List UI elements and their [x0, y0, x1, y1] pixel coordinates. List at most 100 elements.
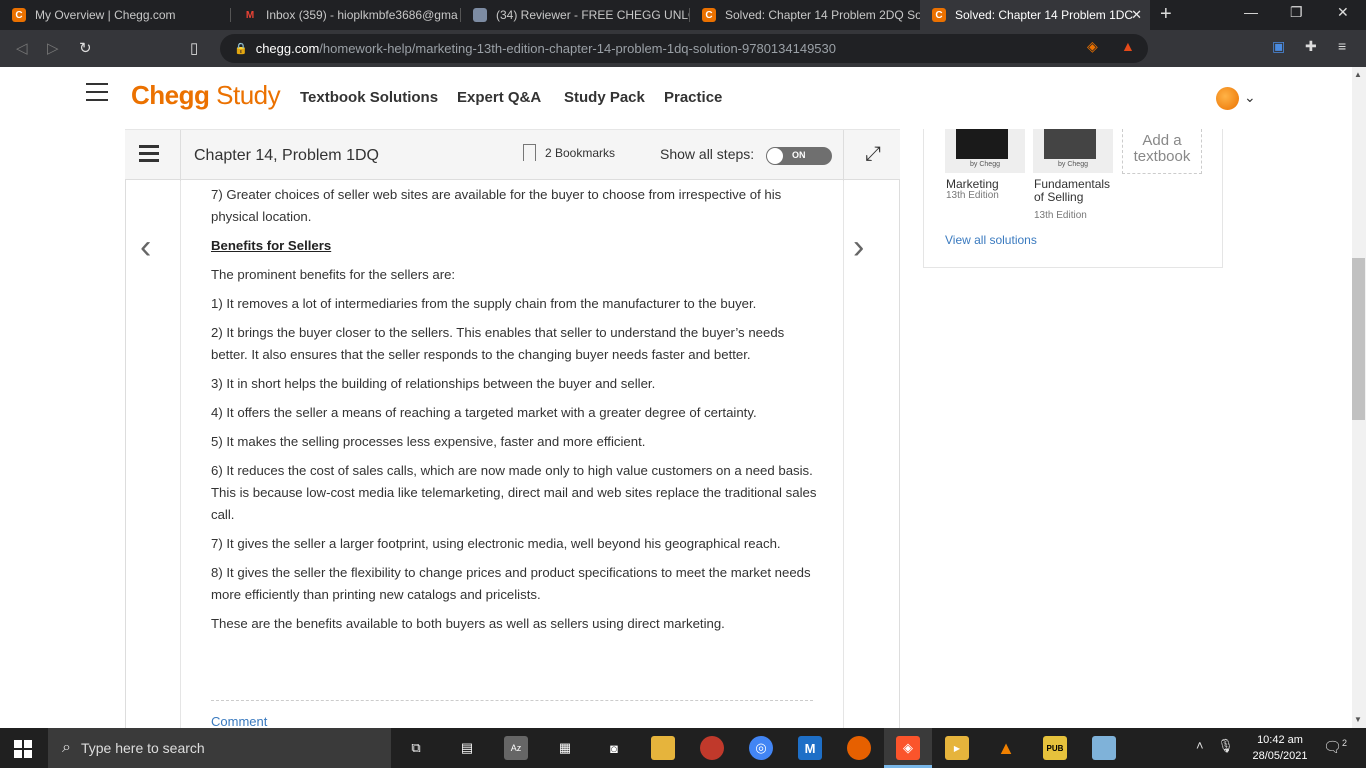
- bookmarks-button[interactable]: 2 Bookmarks: [523, 144, 615, 161]
- tab-title: My Overview | Chegg.com: [35, 8, 176, 22]
- tab-title: Solved: Chapter 14 Problem 2DQ So: [725, 8, 920, 22]
- taskbar-search-input[interactable]: ⌕ Type here to search: [48, 728, 391, 768]
- browser-tab[interactable]: C Solved: Chapter 14 Problem 2DQ So: [690, 0, 920, 30]
- section-heading: Benefits for Sellers: [211, 238, 332, 253]
- browser-tab-strip: C My Overview | Chegg.com M Inbox (359) …: [0, 0, 1366, 30]
- solution-text: 7) Greater choices of seller web sites a…: [211, 184, 817, 642]
- nav-practice[interactable]: Practice: [664, 89, 722, 106]
- logo-study: Study: [216, 80, 281, 110]
- microphone-icon[interactable]: 🎙: [1217, 738, 1234, 753]
- chapter-title: Chapter 14, Problem 1DQ: [194, 147, 379, 164]
- address-bar[interactable]: 🔒 chegg.com /homework-help/marketing-13t…: [220, 34, 1148, 63]
- chevron-down-icon[interactable]: ⌄: [1244, 89, 1256, 106]
- solution-list-item: 7) It gives the seller a larger footprin…: [211, 536, 781, 551]
- malwarebytes-icon[interactable]: M: [798, 736, 822, 760]
- chegg-favicon: C: [702, 8, 716, 22]
- forward-icon[interactable]: ▷: [47, 39, 59, 57]
- url-path: /homework-help/marketing-13th-edition-ch…: [319, 41, 836, 56]
- previous-problem-chevron-icon[interactable]: ‹: [140, 228, 151, 267]
- show-steps-toggle[interactable]: ON: [766, 147, 832, 165]
- solution-toolbar: Chapter 14, Problem 1DQ 2 Bookmarks Show…: [125, 129, 900, 181]
- calculator-icon[interactable]: ▦: [553, 736, 577, 760]
- chegg-favicon: C: [12, 8, 26, 22]
- site-header: Chegg Study Textbook Solutions Expert Q&…: [0, 67, 1352, 129]
- url-host: chegg.com: [255, 41, 320, 56]
- solution-list-item: 4) It offers the seller a means of reach…: [211, 405, 757, 420]
- tab-title: Inbox (359) - hioplkmbfe3686@gma: [266, 8, 458, 22]
- system-tray[interactable]: ˄ 🎙: [1196, 738, 1234, 754]
- divider: [180, 130, 181, 181]
- nav-study-pack[interactable]: Study Pack: [564, 89, 645, 106]
- chrome-icon[interactable]: ◎: [749, 736, 773, 760]
- notification-center-icon[interactable]: 🗨2: [1323, 738, 1347, 756]
- notes-app-icon[interactable]: [1092, 736, 1116, 760]
- view-all-solutions-link[interactable]: View all solutions: [945, 233, 1037, 247]
- browser-tab[interactable]: M Inbox (359) - hioplkmbfe3686@gma: [231, 0, 460, 30]
- brave-browser-icon[interactable]: ◈: [896, 736, 920, 760]
- bookmark-page-icon[interactable]: ▯: [190, 39, 198, 57]
- browser-toolbar: ◁ ▷ ↻ ▯ 🔒 chegg.com /homework-help/marke…: [0, 30, 1366, 67]
- expand-fullscreen-icon[interactable]: ⤢: [865, 143, 881, 166]
- comment-link[interactable]: Comment: [211, 714, 267, 729]
- minimize-icon[interactable]: —: [1244, 4, 1258, 20]
- firefox-icon[interactable]: [847, 736, 871, 760]
- nav-expert-qa[interactable]: Expert Q&A: [457, 89, 541, 106]
- browser-tab[interactable]: C My Overview | Chegg.com: [0, 0, 230, 30]
- solution-list-item: 1) It removes a lot of intermediaries fr…: [211, 296, 757, 311]
- brave-rewards-icon[interactable]: ▲: [1121, 38, 1135, 54]
- lock-icon: 🔒: [234, 43, 248, 55]
- hamburger-menu-icon[interactable]: [86, 83, 108, 101]
- translate-icon[interactable]: ▣: [1272, 38, 1285, 55]
- solution-list-item: 6) It reduces the cost of sales calls, w…: [211, 463, 817, 522]
- avatar[interactable]: [1216, 87, 1239, 110]
- back-icon[interactable]: ◁: [16, 39, 28, 57]
- taskbar-clock[interactable]: 10:42 am 28/05/2021: [1248, 732, 1312, 764]
- chevron-up-icon[interactable]: ˄: [1196, 738, 1204, 753]
- solution-paragraph: These are the benefits available to both…: [211, 616, 725, 631]
- textbook-cover[interactable]: by Chegg: [945, 129, 1025, 173]
- close-tab-icon[interactable]: ✕: [1131, 7, 1142, 23]
- nav-textbook-solutions[interactable]: Textbook Solutions: [300, 89, 438, 106]
- restore-icon[interactable]: ❐: [1290, 4, 1303, 21]
- search-placeholder: Type here to search: [80, 740, 205, 756]
- solution-list-item: 8) It gives the seller the flexibility t…: [211, 565, 811, 602]
- vlc-icon[interactable]: ▲: [994, 736, 1018, 760]
- pubg-icon[interactable]: PUB: [1043, 736, 1067, 760]
- scroll-up-icon[interactable]: ▲: [1354, 70, 1362, 79]
- reload-icon[interactable]: ↻: [79, 39, 92, 57]
- camera-icon[interactable]: ◙: [602, 736, 626, 760]
- scrollbar-thumb[interactable]: [1352, 258, 1365, 420]
- dictionary-app-icon[interactable]: Az: [504, 736, 528, 760]
- clock-time: 10:42 am: [1257, 734, 1303, 746]
- browser-tab[interactable]: (34) Reviewer - FREE CHEGG UNLOC: [461, 0, 689, 30]
- windows-start-icon[interactable]: [14, 740, 32, 758]
- browser-tab-active[interactable]: C Solved: Chapter 14 Problem 1DC ✕: [920, 0, 1150, 30]
- new-tab-plus-icon[interactable]: +: [1160, 3, 1172, 26]
- windows-taskbar: ⌕ Type here to search ⧉ ▤ Az ▦ ◙ ◎ M ◈ ▶…: [0, 728, 1366, 768]
- book-title[interactable]: Fundamentals of Selling: [1034, 178, 1114, 204]
- textbook-cover[interactable]: by Chegg: [1033, 129, 1113, 173]
- browser-menu-icon[interactable]: ≡: [1338, 38, 1346, 54]
- brave-shield-icon[interactable]: ◈: [1087, 38, 1098, 55]
- toggle-state: ON: [792, 150, 806, 160]
- extensions-puzzle-icon[interactable]: ✚: [1305, 38, 1317, 55]
- notepad-icon[interactable]: ▤: [455, 736, 479, 760]
- table-of-contents-icon[interactable]: [139, 145, 159, 163]
- media-app-icon[interactable]: [700, 736, 724, 760]
- tab-title: (34) Reviewer - FREE CHEGG UNLOC: [496, 8, 689, 22]
- player-app-icon[interactable]: ▶: [945, 736, 969, 760]
- file-explorer-icon[interactable]: [651, 736, 675, 760]
- task-view-icon[interactable]: ⧉: [404, 736, 428, 760]
- divider: [211, 700, 813, 701]
- close-window-icon[interactable]: ✕: [1337, 4, 1349, 21]
- solution-paragraph: The prominent benefits for the sellers a…: [211, 267, 456, 282]
- chegg-study-logo[interactable]: Chegg Study: [131, 80, 281, 111]
- logo-chegg: Chegg: [131, 80, 210, 110]
- search-icon: ⌕: [62, 739, 71, 756]
- bookmarks-label: 2 Bookmarks: [545, 145, 616, 160]
- add-textbook-button[interactable]: Add a textbook: [1122, 129, 1202, 174]
- next-problem-chevron-icon[interactable]: ›: [853, 228, 864, 267]
- scroll-down-icon[interactable]: ▼: [1354, 715, 1362, 724]
- book-edition: 13th Edition: [946, 190, 999, 201]
- book-publisher: by Chegg: [970, 161, 1000, 168]
